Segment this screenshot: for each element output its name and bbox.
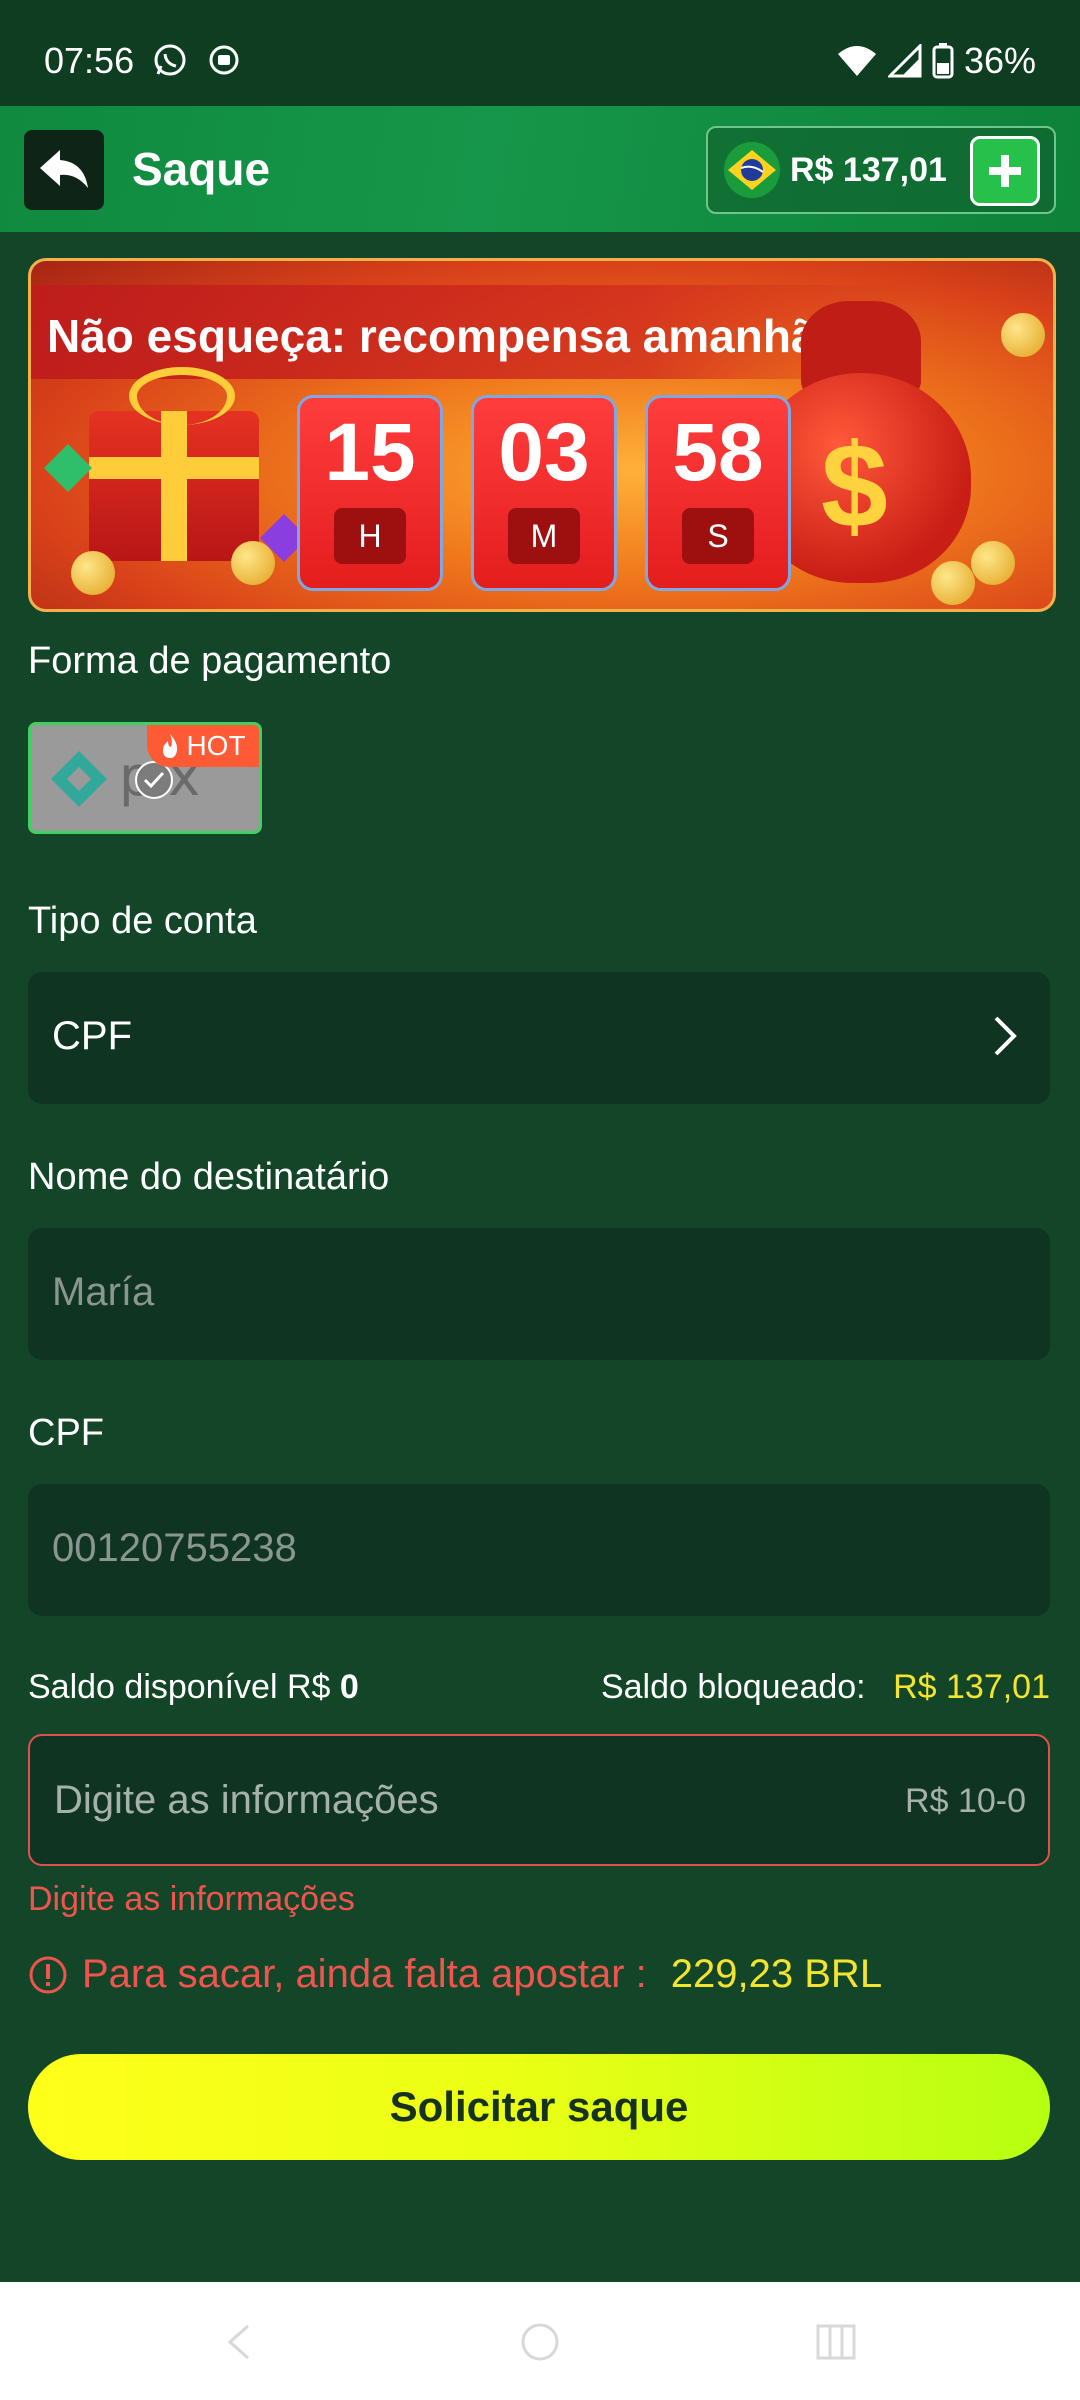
alert-circle-icon — [29, 1956, 67, 1993]
account-type-value: CPF — [52, 1014, 132, 1058]
app-notification-icon — [209, 45, 239, 75]
status-right: 36% — [836, 40, 1036, 82]
battery-icon — [932, 43, 954, 79]
available-balance-value: 0 — [339, 1668, 359, 1706]
deposit-button[interactable] — [970, 136, 1040, 206]
betting-requirement-warning: Para sacar, ainda falta apostar : 229,23… — [28, 1952, 882, 1997]
page-title: Saque — [132, 143, 271, 195]
signal-icon — [887, 44, 922, 78]
payment-method-label: Forma de pagamento — [28, 640, 392, 682]
coin-illustration — [231, 541, 275, 585]
account-type-select[interactable]: CPF — [28, 972, 1050, 1104]
amount-error-message: Digite as informações — [28, 1880, 355, 1918]
wifi-icon — [837, 46, 876, 76]
nav-back-icon[interactable] — [224, 2322, 252, 2362]
countdown-hours-value: 15 — [324, 407, 416, 498]
countdown-seconds: 58 S — [645, 395, 791, 591]
withdraw-screen: 07:56 36% Saque R$ 137,01 Não esqueça: r… — [0, 0, 1080, 2400]
system-nav-bar — [0, 2282, 1080, 2400]
dollar-sign-icon: $ — [821, 419, 888, 553]
header-balance: R$ 137,01 — [790, 150, 947, 189]
status-time: 07:56 — [44, 40, 135, 81]
blocked-balance-label: Saldo bloqueado: — [600, 1668, 866, 1706]
countdown-minutes-unit: M — [508, 508, 580, 564]
withdraw-amount-input[interactable]: Digite as informações R$ 10-0 — [28, 1734, 1050, 1866]
back-button[interactable] — [24, 130, 104, 210]
hot-badge: HOT — [147, 725, 259, 767]
amount-range: R$ 10-0 — [905, 1782, 1026, 1820]
nav-recents-icon[interactable] — [814, 2322, 858, 2362]
countdown-seconds-unit: S — [682, 508, 754, 564]
request-withdraw-button[interactable]: Solicitar saque — [28, 2054, 1050, 2160]
coin-illustration — [71, 551, 115, 595]
brazil-flag-icon — [724, 142, 780, 198]
amount-placeholder: Digite as informações — [54, 1778, 439, 1822]
banner-title: Não esqueça: recompensa amanhã — [47, 310, 817, 362]
available-balance: Saldo disponível R$ 0 — [28, 1668, 359, 1707]
battery-percentage: 36% — [963, 40, 1036, 81]
warning-value: 229,23 BRL — [670, 1952, 883, 1996]
cpf-label: CPF — [28, 1412, 104, 1454]
gem-illustration — [43, 443, 93, 493]
available-balance-label: Saldo disponível R$ — [28, 1668, 331, 1706]
pix-logo-icon — [51, 751, 107, 807]
recipient-name-field[interactable]: María — [28, 1228, 1050, 1360]
status-bar: 07:56 36% — [0, 0, 1080, 106]
countdown-seconds-value: 58 — [672, 407, 764, 498]
countdown-hours-unit: H — [334, 508, 406, 564]
gift-box-illustration — [89, 367, 259, 561]
notification-icons — [152, 42, 242, 78]
back-arrow-icon — [40, 150, 88, 188]
nav-home-icon[interactable] — [520, 2322, 560, 2362]
warning-text: Para sacar, ainda falta apostar : — [82, 1952, 647, 1996]
flame-icon — [163, 734, 178, 758]
countdown-minutes: 03 M — [471, 395, 617, 591]
hot-badge-label: HOT — [186, 730, 246, 761]
balance-widget[interactable]: R$ 137,01 — [706, 126, 1056, 214]
blocked-balance: Saldo bloqueado: R$ 137,01 — [601, 1668, 1050, 1707]
reward-banner[interactable]: Não esqueça: recompensa amanhã $ 15 H 03… — [28, 258, 1056, 612]
countdown-minutes-value: 03 — [498, 407, 590, 498]
recipient-name-value: María — [52, 1270, 155, 1314]
top-app-bar: Saque R$ 137,01 — [0, 106, 1080, 232]
chevron-right-icon — [994, 1016, 1017, 1056]
pix-payment-option[interactable]: pix HOT — [28, 722, 262, 834]
coin-illustration — [931, 561, 975, 605]
blocked-balance-value: R$ 137,01 — [893, 1668, 1050, 1706]
plus-icon — [989, 155, 1021, 187]
cpf-value: 00120755238 — [52, 1526, 297, 1570]
countdown-hours: 15 H — [297, 395, 443, 591]
whatsapp-icon — [154, 44, 186, 76]
cpf-field[interactable]: 00120755238 — [28, 1484, 1050, 1616]
account-type-label: Tipo de conta — [28, 900, 257, 942]
coin-illustration — [1001, 313, 1045, 357]
recipient-label: Nome do destinatário — [28, 1156, 390, 1198]
coin-illustration — [971, 541, 1015, 585]
